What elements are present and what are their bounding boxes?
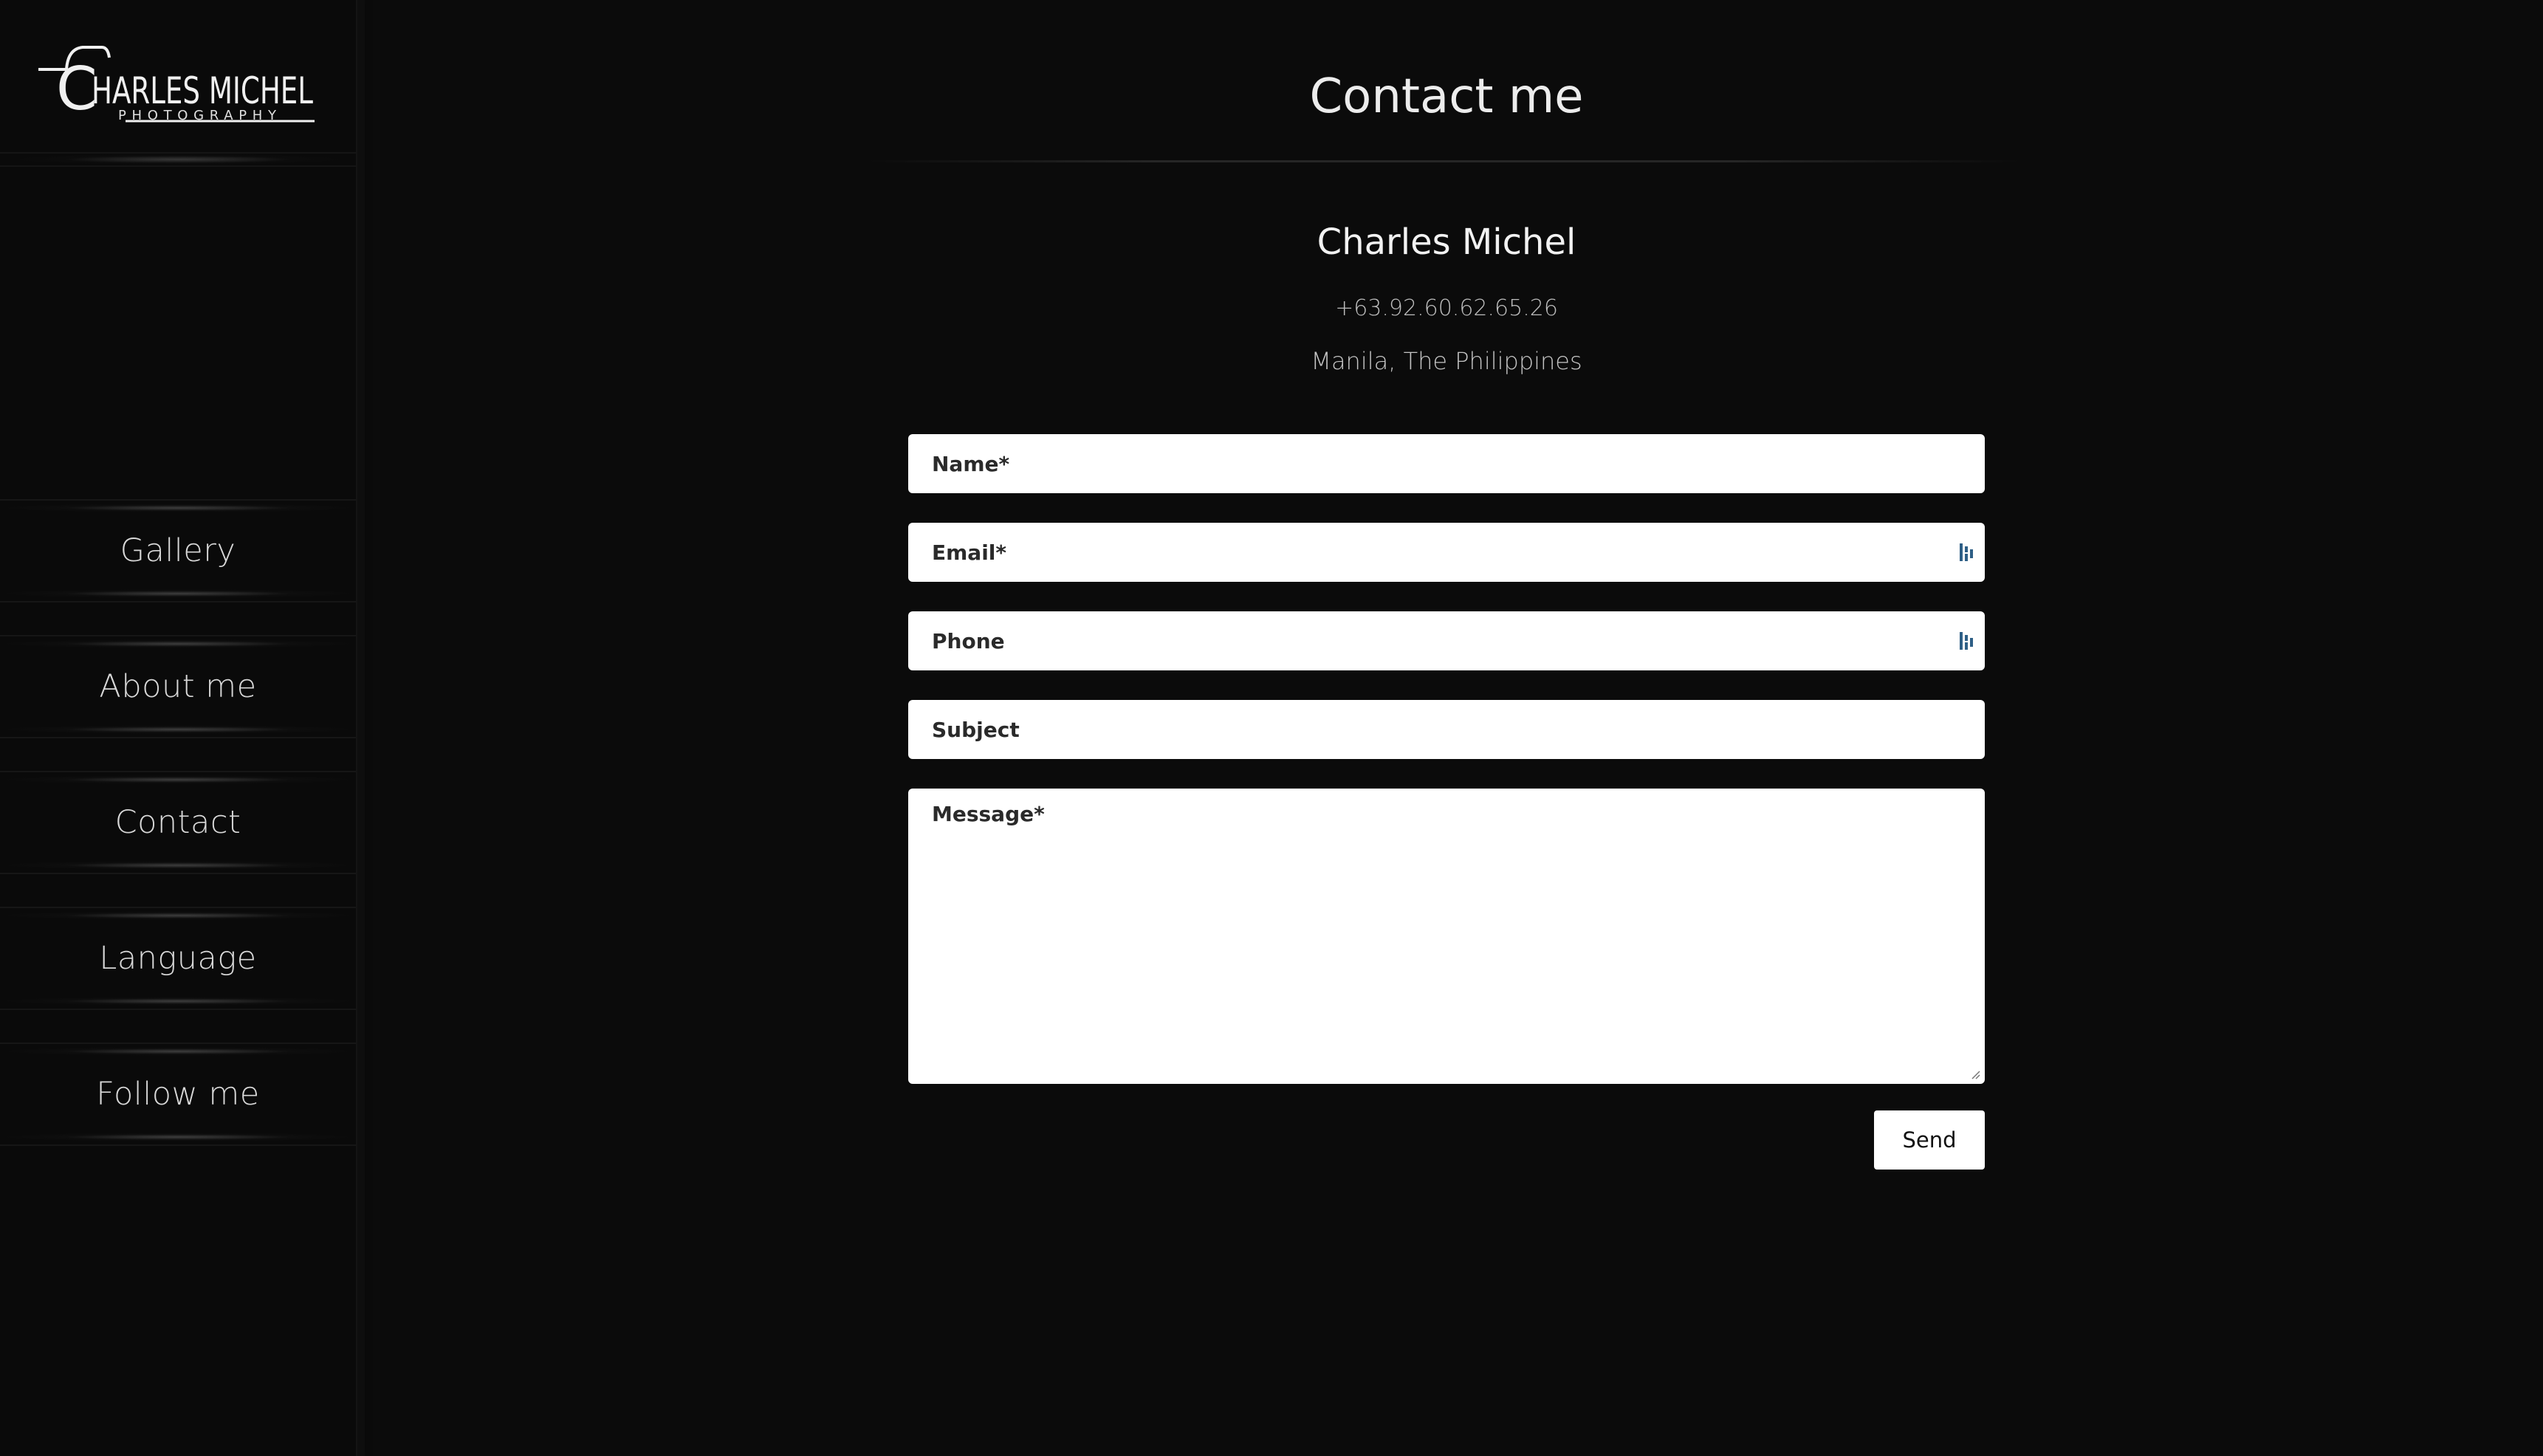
sidebar-item-about-me[interactable]: About me bbox=[0, 635, 356, 738]
owner-name: Charles Michel bbox=[1317, 222, 1576, 263]
send-row: Send bbox=[908, 1110, 1985, 1170]
phone-field-wrapper bbox=[908, 611, 1985, 670]
title-divider bbox=[868, 160, 2020, 162]
sidebar: C HARLES MICHEL PHOTOGRAPHY Gallery Abou… bbox=[0, 0, 365, 1456]
owner-phone: +63.92.60.62.65.26 bbox=[1335, 295, 1558, 321]
owner-location: Manila, The Philippines bbox=[1311, 347, 1582, 375]
email-field[interactable] bbox=[908, 523, 1985, 582]
logo[interactable]: C HARLES MICHEL PHOTOGRAPHY bbox=[37, 41, 318, 130]
phone-field[interactable] bbox=[908, 611, 1985, 670]
sidebar-nav: Gallery About me Contact Language Follow… bbox=[0, 499, 356, 1178]
sidebar-item-label: Gallery bbox=[120, 532, 236, 569]
message-field-wrapper bbox=[908, 789, 1985, 1084]
camera-logo-icon: C HARLES MICHEL PHOTOGRAPHY bbox=[38, 46, 315, 123]
sidebar-item-contact[interactable]: Contact bbox=[0, 771, 356, 874]
logo-separator bbox=[0, 152, 356, 167]
resize-grip-icon[interactable] bbox=[1969, 1068, 1980, 1079]
logo-tagline: PHOTOGRAPHY bbox=[118, 108, 281, 123]
autofill-icon[interactable] bbox=[1958, 631, 1976, 651]
autofill-icon[interactable] bbox=[1958, 542, 1976, 563]
name-field[interactable] bbox=[908, 434, 1985, 493]
page: C HARLES MICHEL PHOTOGRAPHY Gallery Abou… bbox=[0, 0, 2543, 1456]
contact-form: Send bbox=[908, 434, 1985, 1170]
sidebar-item-label: Language bbox=[99, 940, 257, 977]
sidebar-item-language[interactable]: Language bbox=[0, 907, 356, 1010]
send-button[interactable]: Send bbox=[1874, 1110, 1985, 1170]
page-title: Contact me bbox=[1309, 69, 1584, 124]
message-field[interactable] bbox=[908, 789, 1985, 1084]
logo-name: HARLES MICHEL bbox=[92, 69, 313, 112]
sidebar-item-label: Contact bbox=[114, 804, 241, 841]
main-content: Contact me Charles Michel +63.92.60.62.6… bbox=[366, 0, 2543, 1456]
sidebar-item-label: About me bbox=[99, 668, 257, 705]
email-field-wrapper bbox=[908, 523, 1985, 582]
subject-field[interactable] bbox=[908, 700, 1985, 759]
name-field-wrapper bbox=[908, 434, 1985, 493]
subject-field-wrapper bbox=[908, 700, 1985, 759]
sidebar-item-label: Follow me bbox=[96, 1076, 260, 1113]
sidebar-item-follow-me[interactable]: Follow me bbox=[0, 1043, 356, 1146]
sidebar-item-gallery[interactable]: Gallery bbox=[0, 499, 356, 602]
